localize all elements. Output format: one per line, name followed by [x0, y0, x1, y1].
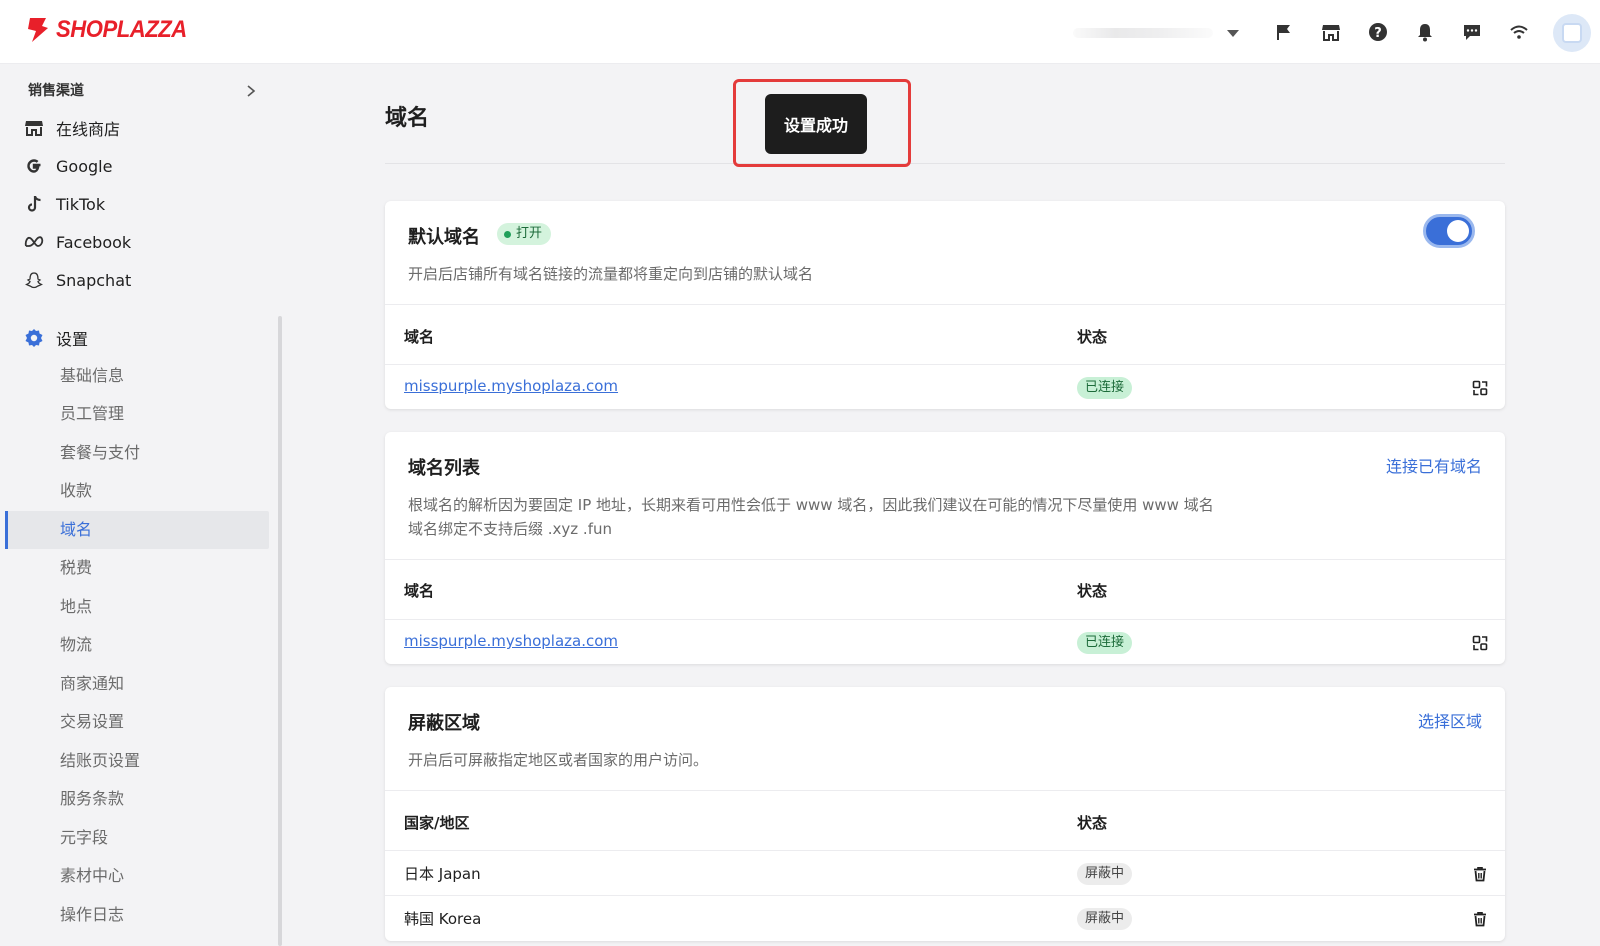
sidebar-item-label: 设置: [56, 330, 89, 349]
sidebar-item-domains[interactable]: 域名: [60, 519, 92, 541]
help-icon[interactable]: ?: [1366, 20, 1390, 44]
sidebar-item-basic-info[interactable]: 基础信息: [60, 365, 124, 387]
sidebar-item-settings[interactable]: 设置: [24, 326, 88, 350]
store-name-redacted: [1073, 28, 1213, 38]
column-header-status: 状态: [1077, 582, 1108, 600]
tiktok-icon: [24, 194, 44, 214]
avatar-icon: [1562, 23, 1582, 43]
domain-list-description-1: 根域名的解析因为要固定 IP 地址，长期来看可用性会低于 www 域名，因此我们…: [408, 496, 1214, 514]
shoplazza-logo-icon: [28, 18, 48, 42]
trash-icon[interactable]: [1472, 866, 1488, 882]
domain-link[interactable]: misspurple.myshoplaza.com: [404, 632, 618, 650]
domain-settings-icon[interactable]: [1472, 380, 1488, 396]
sidebar-item-activity-log[interactable]: 操作日志: [60, 904, 124, 926]
sidebar-item-taxes[interactable]: 税费: [60, 557, 92, 579]
sidebar-active-highlight: [5, 511, 269, 549]
domain-link[interactable]: misspurple.myshoplaza.com: [404, 377, 618, 395]
chevron-right-icon[interactable]: [246, 82, 256, 101]
toggle-knob: [1447, 220, 1469, 242]
sidebar-item-transactions[interactable]: 交易设置: [60, 711, 124, 733]
divider: [385, 850, 1505, 851]
column-header-status: 状态: [1077, 328, 1108, 346]
sidebar-item-facebook[interactable]: Facebook: [24, 230, 131, 254]
sidebar-item-label: Facebook: [56, 232, 132, 252]
default-domain-toggle[interactable]: [1423, 214, 1475, 248]
sidebar-item-plan-payment[interactable]: 套餐与支付: [60, 442, 140, 464]
wifi-icon[interactable]: [1507, 20, 1531, 44]
column-header-region: 国家/地区: [404, 814, 470, 832]
sidebar-item-label: TikTok: [56, 194, 106, 214]
chevron-down-icon: [1227, 29, 1239, 37]
page-title: 域名: [385, 106, 430, 131]
store-selector[interactable]: [1073, 24, 1239, 42]
status-badge-label: 打开: [516, 226, 543, 241]
column-header-status: 状态: [1077, 814, 1108, 832]
message-icon[interactable]: [1460, 20, 1484, 44]
sidebar-item-media[interactable]: 素材中心: [60, 865, 124, 887]
storefront-icon: [24, 118, 44, 138]
domain-list-card: 域名列表 连接已有域名 根域名的解析因为要固定 IP 地址，长期来看可用性会低于…: [385, 432, 1505, 664]
default-domain-description: 开启后店铺所有域名链接的流量都将重定向到店铺的默认域名: [408, 265, 814, 283]
blocked-regions-title: 屏蔽区域: [408, 713, 480, 734]
domain-list-title: 域名列表: [408, 458, 480, 479]
sidebar-item-google[interactable]: Google: [24, 154, 112, 178]
snapchat-icon: [24, 270, 44, 290]
blocked-regions-description: 开启后可屏蔽指定地区或者国家的用户访问。: [408, 751, 709, 769]
sidebar-scrollbar[interactable]: [278, 316, 282, 946]
shoplazza-logo[interactable]: SHOPLAZZA: [26, 16, 198, 44]
column-header-domain: 域名: [404, 328, 435, 346]
sidebar-item-terms[interactable]: 服务条款: [60, 788, 124, 810]
sidebar-item-checkout[interactable]: 结账页设置: [60, 750, 140, 772]
sidebar-item-snapchat[interactable]: Snapchat: [24, 268, 131, 292]
default-domain-title: 默认域名: [408, 227, 480, 248]
status-badge: 屏蔽中: [1077, 908, 1133, 930]
domain-settings-icon[interactable]: [1472, 635, 1488, 651]
select-region-link[interactable]: 选择区域: [1418, 708, 1482, 732]
sidebar-item-metafields[interactable]: 元字段: [60, 827, 108, 849]
divider: [385, 895, 1505, 896]
sidebar-item-staff[interactable]: 员工管理: [60, 403, 124, 425]
trash-icon[interactable]: [1472, 911, 1488, 927]
sidebar-item-locations[interactable]: 地点: [60, 596, 92, 618]
status-dot-icon: [504, 230, 511, 238]
divider: [385, 364, 1505, 365]
store-icon[interactable]: [1319, 20, 1343, 44]
sidebar-item-label: Google: [56, 156, 113, 176]
avatar[interactable]: [1553, 14, 1591, 52]
brand-name: SHOPLAZZA: [56, 16, 187, 43]
sidebar-item-shipping[interactable]: 物流: [60, 634, 92, 656]
title-divider: [385, 163, 1505, 164]
default-domain-card: 默认域名 打开 开启后店铺所有域名链接的流量都将重定向到店铺的默认域名 域名 状…: [385, 201, 1505, 409]
connect-domain-link[interactable]: 连接已有域名: [1386, 453, 1482, 477]
success-toast: 设置成功: [765, 94, 867, 154]
divider: [385, 790, 1505, 791]
sidebar-item-label: 在线商店: [56, 120, 121, 139]
status-badge: 已连接: [1077, 632, 1133, 654]
status-badge: 打开: [497, 223, 552, 245]
region-name: 韩国 Korea: [404, 910, 482, 928]
sidebar-item-tiktok[interactable]: TikTok: [24, 192, 105, 216]
blocked-regions-card: 屏蔽区域 选择区域 开启后可屏蔽指定地区或者国家的用户访问。 国家/地区 状态 …: [385, 687, 1505, 941]
divider: [385, 619, 1505, 620]
status-badge: 屏蔽中: [1077, 863, 1133, 885]
svg-text:?: ?: [1374, 26, 1382, 41]
domain-list-description-2: 域名绑定不支持后缀 .xyz .fun: [408, 520, 612, 538]
sidebar-active-indicator: [5, 511, 8, 549]
sidebar-item-notifications[interactable]: 商家通知: [60, 673, 124, 695]
sidebar-section-channels[interactable]: 销售渠道: [28, 80, 84, 100]
bell-icon[interactable]: [1413, 20, 1437, 44]
flag-icon[interactable]: [1272, 20, 1296, 44]
column-header-domain: 域名: [404, 582, 435, 600]
top-bar: SHOPLAZZA ?: [0, 0, 1600, 64]
divider: [385, 559, 1505, 560]
google-icon: [24, 156, 44, 176]
gear-icon: [24, 328, 44, 348]
sidebar-item-online-store[interactable]: 在线商店: [24, 116, 120, 140]
sidebar-item-payments[interactable]: 收款: [60, 480, 92, 502]
meta-icon: [24, 232, 44, 252]
sidebar-item-label: Snapchat: [56, 270, 132, 290]
divider: [385, 304, 1505, 305]
region-name: 日本 Japan: [404, 865, 481, 883]
status-badge: 已连接: [1077, 377, 1133, 399]
